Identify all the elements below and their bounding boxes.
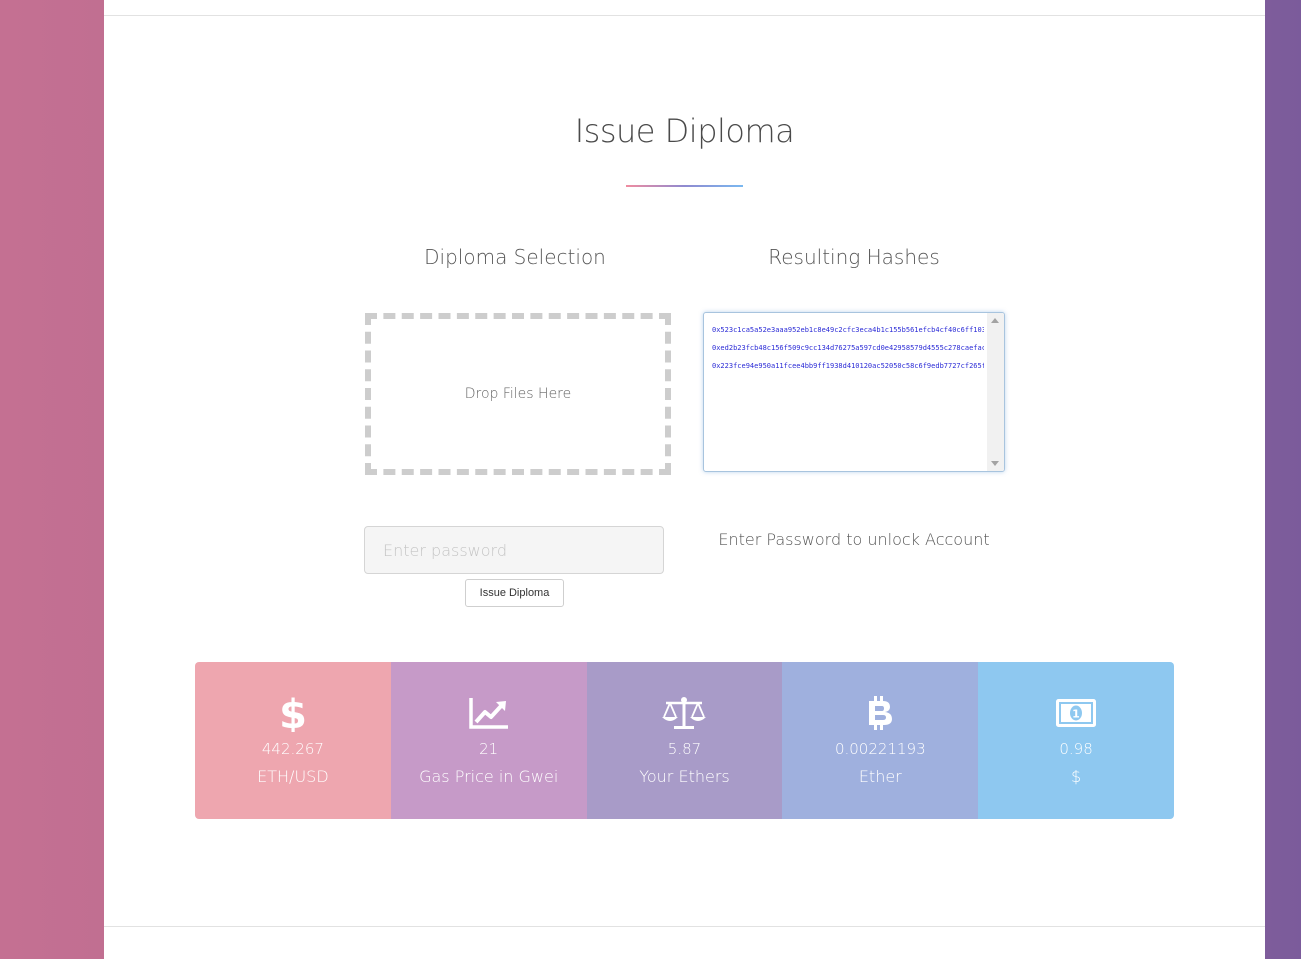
stat-gas-price: 21 Gas Price in Gwei (390, 662, 587, 819)
line-chart-icon (468, 694, 510, 732)
drop-zone-label: Drop Files Here (464, 386, 572, 402)
hash-list: 0x523c1ca5a52e3aaa952eb1c8e49c2cfc3eca4b… (712, 321, 984, 375)
stat-label: Gas Price in Gwei (419, 767, 559, 786)
scroll-up-arrow-icon[interactable] (991, 318, 999, 323)
stat-value: 0.00221193 (834, 740, 926, 758)
scroll-down-arrow-icon[interactable] (991, 461, 999, 466)
resulting-hashes-heading: Resulting Hashes (768, 245, 940, 269)
hash-line: 0x523c1ca5a52e3aaa952eb1c8e49c2cfc3eca4b… (712, 326, 984, 334)
hash-line: 0x223fce94e950a11fcee4bb9ff1938d410120ac… (712, 362, 984, 370)
stat-value: 5.87 (667, 740, 702, 758)
hash-line: 0xed2b23fcb48c156f509c9cc134d76275a597cd… (712, 344, 984, 352)
unlock-hint: Enter Password to unlock Account (718, 530, 990, 549)
title-underline (626, 185, 743, 187)
svg-text:$: $ (281, 694, 305, 732)
stat-ether: 0.00221193 Ether (782, 662, 979, 819)
stat-value: 0.98 (1059, 740, 1093, 758)
stat-label: $ (1070, 767, 1082, 786)
main-panel: Issue Diploma Diploma Selection Resultin… (104, 0, 1265, 959)
bitcoin-icon (866, 694, 894, 732)
dollar-icon: $ (281, 694, 305, 732)
stat-label: Your Ethers (639, 767, 730, 786)
stat-value: 442.267 (261, 740, 324, 758)
stats-bar: $ 442.267 ETH/USD 21 Gas Price in Gwei 5… (195, 662, 1174, 819)
page-title: Issue Diploma (574, 112, 795, 150)
svg-text:1: 1 (1072, 708, 1080, 721)
stat-usd: 1 0.98 $ (978, 662, 1174, 819)
balance-scale-icon (661, 694, 707, 732)
stat-label: ETH/USD (257, 767, 329, 786)
stat-value: 21 (479, 740, 499, 758)
bottom-divider (104, 926, 1265, 927)
stat-eth-usd: $ 442.267 ETH/USD (195, 662, 391, 819)
stat-label: Ether (858, 767, 902, 786)
money-bill-icon: 1 (1056, 694, 1097, 732)
hashes-textarea[interactable]: 0x523c1ca5a52e3aaa952eb1c8e49c2cfc3eca4b… (703, 312, 1005, 472)
issue-diploma-button[interactable]: Issue Diploma (465, 579, 564, 607)
top-divider (104, 15, 1265, 16)
diploma-selection-heading: Diploma Selection (424, 245, 606, 269)
file-drop-zone[interactable]: Drop Files Here (365, 313, 671, 475)
password-input[interactable] (364, 526, 664, 574)
hashes-scrollbar[interactable] (987, 313, 1004, 471)
stat-your-ethers: 5.87 Your Ethers (586, 662, 783, 819)
